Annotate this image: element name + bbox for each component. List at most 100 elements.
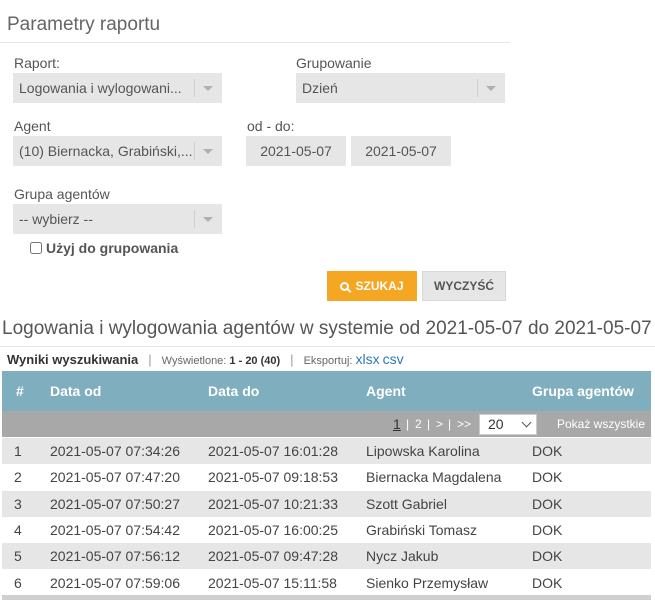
cell-number: 1 (14, 443, 22, 459)
cell-date-to: 2021-05-07 10:21:33 (208, 495, 338, 512)
cell-number: 3 (14, 495, 22, 512)
use-grouping-checkbox[interactable] (30, 242, 42, 254)
table-row[interactable]: 3 2021-05-07 07:50:27 2021-05-07 10:21:33 S… (2, 490, 651, 517)
show-all-link[interactable]: Pokaż wszystkie (557, 411, 645, 437)
next-page-link[interactable]: > (436, 411, 443, 437)
use-grouping-label: Użyj do grupowania (46, 240, 179, 256)
column-header-date-from[interactable]: Data od (50, 371, 101, 411)
date-from-input[interactable]: 2021-05-07 (246, 136, 346, 166)
separator: | (406, 417, 410, 431)
cell-date-to: 2021-05-07 09:18:53 (208, 469, 338, 486)
cell-number: 6 (14, 574, 22, 591)
column-header-agent-group[interactable]: Grupa agentów (532, 371, 634, 411)
chevron-down-icon (521, 417, 532, 428)
chevron-down-icon (203, 86, 213, 91)
report-select-value: Logowania i wylogowani... (19, 80, 182, 96)
search-button[interactable]: SZUKAJ (327, 271, 417, 301)
report-title: Logowania i wylogowania agentów w system… (2, 318, 652, 339)
separator: | (427, 417, 431, 431)
agent-label: Agent (14, 118, 51, 134)
cell-date-from: 2021-05-07 07:59:06 (50, 574, 180, 591)
grouping-select-arrow[interactable] (477, 73, 505, 103)
cell-agent-group: DOK (532, 574, 563, 591)
table-row[interactable]: 6 2021-05-07 07:59:06 2021-05-07 15:11:58 S… (2, 569, 651, 596)
table-row[interactable]: 5 2021-05-07 07:56:12 2021-05-07 09:47:28 N… (2, 543, 651, 570)
cell-agent: Grabiński Tomasz (366, 521, 478, 538)
export-label: Eksportuj: (303, 355, 353, 367)
cell-agent-group: DOK (532, 521, 563, 538)
page-link-2[interactable]: 2 (415, 411, 422, 437)
per-page-value: 20 (488, 416, 504, 432)
cell-date-from: 2021-05-07 07:56:12 (50, 548, 180, 565)
cell-date-to: 2021-05-07 16:00:25 (208, 521, 338, 538)
chevron-down-icon (203, 149, 213, 154)
cell-date-from: 2021-05-07 07:54:42 (50, 521, 180, 538)
grouping-select-value: Dzień (302, 80, 338, 96)
results-label: Wyniki wyszukiwania (7, 352, 139, 367)
cell-number: 2 (14, 469, 22, 486)
column-header-agent[interactable]: Agent (366, 371, 406, 411)
table-row[interactable]: 1 2021-05-07 07:34:26 2021-05-07 16:01:28 L… (2, 438, 651, 464)
cell-date-from: 2021-05-07 07:34:26 (50, 443, 180, 459)
export-csv-link[interactable]: csv (383, 351, 404, 367)
clear-button[interactable]: WYCZYŚĆ (422, 271, 506, 301)
displayed-info: Wyświetlone: 1 - 20 (40) (162, 355, 281, 367)
search-icon (340, 281, 350, 291)
clear-button-label: WYCZYŚĆ (434, 279, 494, 293)
cell-agent-group: DOK (532, 469, 563, 486)
separator: | (290, 352, 294, 367)
cell-agent: Biernacka Magdalena (366, 469, 502, 486)
cell-agent-group: DOK (532, 495, 563, 512)
search-button-label: SZUKAJ (355, 279, 404, 293)
pagination-bar: 1 | 2 | > | >> 20 Pokaż wszystkie (2, 411, 651, 437)
agent-group-select[interactable]: -- wybierz -- (13, 204, 222, 234)
displayed-label: Wyświetlone: (161, 355, 227, 367)
parameters-title: Parametry raportu (7, 14, 161, 35)
displayed-value: 1 - 20 (40) (229, 355, 281, 367)
table-row[interactable]: 2 2021-05-07 07:47:20 2021-05-07 09:18:53 B… (2, 464, 651, 491)
cell-date-to: 2021-05-07 09:47:28 (208, 548, 338, 565)
agent-group-label: Grupa agentów (14, 186, 110, 202)
separator: | (448, 417, 452, 431)
table-header: # Data od Data do Agent Grupa agentów (2, 371, 651, 411)
results-subheader: Wyniki wyszukiwania | Wyświetlone: 1 - 2… (7, 351, 404, 367)
separator: | (148, 352, 152, 367)
scroll-edge (2, 595, 651, 600)
report-select-arrow[interactable] (194, 73, 222, 103)
cell-agent: Sienko Przemysław (366, 574, 489, 591)
grouping-select[interactable]: Dzień (296, 73, 505, 103)
cell-agent-group: DOK (532, 443, 563, 459)
cell-date-from: 2021-05-07 07:47:20 (50, 469, 180, 486)
date-to-input[interactable]: 2021-05-07 (351, 136, 451, 166)
cell-agent: Nycz Jakub (366, 548, 439, 565)
report-select[interactable]: Logowania i wylogowani... (13, 73, 222, 103)
cell-date-from: 2021-05-07 07:50:27 (50, 495, 180, 512)
cell-agent-group: DOK (532, 548, 563, 565)
column-header-date-to[interactable]: Data do (208, 371, 259, 411)
cell-agent: Lipowska Karolina (366, 443, 480, 459)
use-grouping-row: Użyj do grupowania (30, 240, 178, 256)
chevron-down-icon (486, 86, 496, 91)
divider (0, 42, 510, 43)
page-link-1[interactable]: 1 (393, 411, 401, 437)
cell-agent: Szott Gabriel (366, 495, 447, 512)
agent-select[interactable]: (10) Biernacka, Grabiński,... (13, 136, 222, 166)
export-xlsx-link[interactable]: xlsx (355, 351, 379, 367)
agent-group-select-value: -- wybierz -- (19, 211, 93, 227)
last-page-link[interactable]: >> (457, 411, 471, 437)
cell-number: 5 (14, 548, 22, 565)
divider (0, 346, 655, 347)
chevron-down-icon (203, 217, 213, 222)
agent-group-select-arrow[interactable] (194, 204, 222, 234)
report-label: Raport: (14, 55, 60, 71)
cell-date-to: 2021-05-07 16:01:28 (208, 443, 338, 459)
date-range-label: od - do: (247, 118, 295, 134)
column-header-number[interactable]: # (16, 371, 24, 411)
grouping-label: Grupowanie (296, 55, 372, 71)
agent-select-arrow[interactable] (194, 136, 222, 166)
table-row[interactable]: 4 2021-05-07 07:54:42 2021-05-07 16:00:25 G… (2, 516, 651, 543)
agent-select-value: (10) Biernacka, Grabiński,... (19, 143, 193, 159)
per-page-select[interactable]: 20 (479, 414, 537, 435)
cell-date-to: 2021-05-07 15:11:58 (208, 574, 337, 591)
cell-number: 4 (14, 521, 22, 538)
